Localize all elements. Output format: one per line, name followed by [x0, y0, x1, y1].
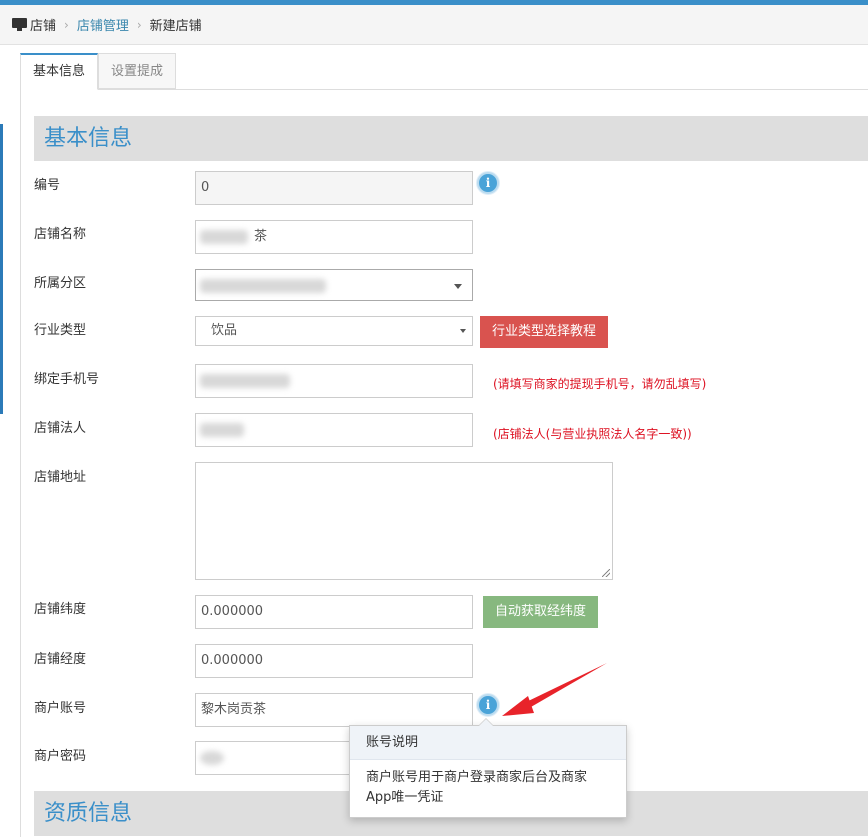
number-label: 编号 — [34, 178, 61, 193]
annotation-arrow-icon — [502, 663, 607, 716]
address-textarea[interactable] — [195, 462, 613, 580]
phone-label: 绑定手机号 — [34, 372, 100, 387]
password-label: 商户密码 — [34, 749, 87, 764]
district-select[interactable] — [195, 269, 473, 301]
number-input[interactable]: 0 — [195, 171, 473, 205]
content-border — [20, 89, 21, 837]
section-basic-info: 基本信息 — [34, 116, 868, 161]
latitude-label: 店铺纬度 — [34, 602, 87, 617]
phone-hint: (请填写商家的提现手机号，请勿乱填写) — [493, 377, 707, 391]
address-label: 店铺地址 — [34, 470, 87, 485]
chevron-down-icon — [454, 284, 462, 289]
longitude-label: 店铺经度 — [34, 652, 87, 667]
breadcrumb-current: 新建店铺 — [149, 19, 202, 34]
breadcrumb-home[interactable]: 店铺 — [30, 15, 56, 34]
popover-body: 商户账号用于商户登录商家后台及商家App唯一凭证 — [366, 770, 588, 805]
account-label: 商户账号 — [34, 701, 87, 716]
tab-bar: 基本信息 设置提成 — [20, 53, 177, 90]
chevron-down-icon — [460, 329, 466, 333]
industry-label: 行业类型 — [34, 323, 87, 338]
monitor-icon — [12, 18, 27, 31]
breadcrumb-parent[interactable]: 店铺管理 — [77, 15, 129, 34]
redacted-text — [200, 374, 290, 388]
redacted-text — [200, 751, 224, 765]
legal-person-hint: (店铺法人(与营业执照法人名字一致)) — [493, 427, 692, 441]
district-label: 所属分区 — [34, 276, 87, 291]
sidebar-edge — [0, 124, 3, 414]
resize-handle-icon[interactable] — [602, 569, 610, 577]
account-help-popover: 账号说明 商户账号用于商户登录商家后台及商家App唯一凭证 — [349, 718, 627, 818]
chevron-right-icon: › — [136, 17, 142, 32]
tab-basic-info[interactable]: 基本信息 — [20, 53, 99, 90]
popover-title: 账号说明 — [350, 726, 626, 760]
shop-name-label: 店铺名称 — [34, 227, 87, 242]
account-input[interactable]: 黎木岗贡茶 — [195, 693, 473, 727]
chevron-right-icon: › — [64, 17, 69, 32]
legal-person-label: 店铺法人 — [34, 421, 87, 436]
redacted-text — [200, 279, 326, 293]
shop-name-input[interactable]: 茶 — [195, 220, 473, 254]
redacted-text — [200, 230, 248, 244]
latitude-input[interactable]: 0.000000 — [195, 595, 473, 629]
longitude-input[interactable]: 0.000000 — [195, 644, 473, 678]
phone-input[interactable] — [195, 364, 473, 398]
auto-locate-button[interactable]: 自动获取经纬度 — [483, 596, 599, 628]
breadcrumb: 店铺 › 店铺管理 › 新建店铺 — [0, 5, 868, 45]
industry-select[interactable]: 饮品 — [195, 316, 473, 346]
tab-commission[interactable]: 设置提成 — [98, 53, 177, 89]
industry-tutorial-button[interactable]: 行业类型选择教程 — [480, 316, 609, 348]
info-icon[interactable]: i — [477, 172, 499, 194]
redacted-text — [200, 423, 244, 437]
legal-person-input[interactable] — [195, 413, 473, 447]
